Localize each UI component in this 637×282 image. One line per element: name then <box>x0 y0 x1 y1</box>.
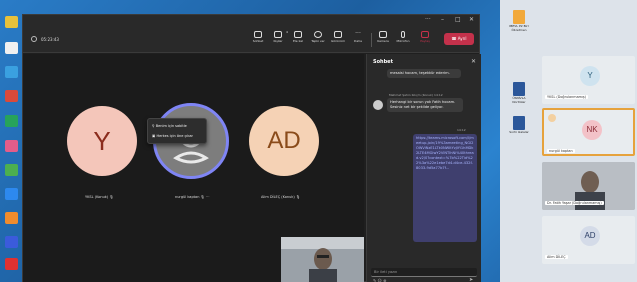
hand-icon <box>294 31 302 38</box>
smiley-icon <box>314 31 322 38</box>
mic-muted-icon: 🎙 <box>295 195 301 199</box>
camera-button[interactable]: Kamera <box>373 31 393 43</box>
view-button[interactable]: Görünüm <box>328 31 348 43</box>
leave-button[interactable]: ☎ Ayrıl <box>444 33 474 45</box>
send-icon[interactable]: ➤ <box>469 277 473 282</box>
desktop-icon[interactable] <box>3 66 19 78</box>
avatar: Y <box>580 66 600 86</box>
message-meta: Mehmet Şahin Kılıçm (Konuk) 14:12 <box>389 93 443 97</box>
microphone-icon <box>401 31 405 38</box>
minimize-button[interactable]: – <box>441 16 444 24</box>
shield-icon <box>31 36 37 42</box>
meeting-timer: 05:23:43 <box>41 37 59 42</box>
chat-title: Sohbet <box>373 59 393 65</box>
tile-name: Dr. Fatih Yaşar (Doğrulanmamış) <box>545 201 604 205</box>
close-icon[interactable]: ✕ <box>471 58 476 65</box>
meeting-toolbar: 05:23:43 Sohbet Kişiler 4 Ele kal Tepki … <box>23 25 479 53</box>
video-feed <box>281 237 364 282</box>
toolbar-divider <box>371 33 372 47</box>
grid-icon <box>334 31 342 38</box>
desktop-icon[interactable] <box>3 188 19 200</box>
more-icon: ··· <box>206 195 210 199</box>
desktop-icon[interactable] <box>3 115 19 127</box>
mic-button[interactable]: Mikrofon <box>393 31 413 43</box>
share-button[interactable]: Paylaş <box>415 31 435 43</box>
meeting-stage: Y YKSL (Konuk) 🎙 nurgül kaptan 🎙 ··· AD … <box>23 54 364 282</box>
raise-hand-button[interactable]: Ele kal <box>288 31 308 43</box>
window-titlebar: ··· – □ ✕ <box>23 15 479 25</box>
desktop-icon[interactable] <box>3 42 19 54</box>
side-participant-video[interactable]: Dr. Fatih Yaşar (Doğrulanmamış) <box>542 162 635 210</box>
pin-icon: ⚲ <box>152 124 155 128</box>
tile-name: Alim DİLEÇ <box>545 255 568 259</box>
mic-muted-icon: 🎙 <box>200 195 205 199</box>
compose-toolbar: ✎ ☺ ⊕ <box>373 278 386 282</box>
phone-icon: ☎ <box>451 36 457 41</box>
chat-button[interactable]: Sohbet <box>248 31 268 43</box>
chat-panel: Sohbet ✕ mesaisi hocam, teşekkür ederim.… <box>366 54 481 282</box>
people-icon <box>274 31 282 38</box>
word-document-icon[interactable]: Sorhi ikalalar <box>508 116 530 134</box>
participant-name: Alim DİLEÇ (Konuk) 🎙 <box>261 195 301 199</box>
mic-muted-icon: 🎙 <box>109 195 114 199</box>
avatar <box>373 100 383 110</box>
self-video-preview[interactable] <box>281 237 364 282</box>
participant-name: nurgül kaptan 🎙 ··· <box>175 195 210 199</box>
emoji-icon[interactable]: ☺ <box>378 278 382 282</box>
participant-context-menu: ⚲ Benim için sabitle ▣ Herkes için öne ç… <box>147 118 207 144</box>
chat-message: mesaisi hocam, teşekkür ederim. <box>387 69 461 78</box>
share-screen-icon <box>421 31 429 38</box>
desktop-icon[interactable] <box>3 212 19 224</box>
menu-item-spotlight[interactable]: ▣ Herkes için öne çıkar <box>152 134 193 138</box>
react-button[interactable]: Tepki ver <box>308 31 328 43</box>
participant-avatar[interactable]: AD <box>249 106 319 176</box>
participant-name: YKSL (Konuk) 🎙 <box>85 195 114 199</box>
avatar <box>548 114 556 122</box>
spotlight-icon: ▣ <box>152 134 156 138</box>
desktop-icon[interactable] <box>3 90 19 102</box>
menu-item-pin[interactable]: ⚲ Benim için sabitle <box>152 124 187 128</box>
teams-meeting-window: ··· – □ ✕ 05:23:43 Sohbet Kişiler 4 Ele … <box>22 14 481 282</box>
chat-icon <box>254 31 262 38</box>
tile-name: YKSL (Doğrulanmamış) <box>545 95 589 99</box>
word-document-icon[interactable]: ÜSNİVLA Nortlüler <box>508 82 530 104</box>
avatar: NK <box>582 120 602 140</box>
avatar: AD <box>580 226 600 246</box>
chat-message: Herhangi bir sorun yok Fatih hocam. Sesi… <box>387 98 463 112</box>
tile-name: nurgül kaptan <box>547 149 575 153</box>
side-participant-tile-active[interactable]: NK nurgül kaptan <box>542 108 635 156</box>
close-window-button[interactable]: ✕ <box>469 16 474 24</box>
maximize-button[interactable]: □ <box>455 16 461 24</box>
people-button[interactable]: Kişiler <box>268 31 288 43</box>
desktop-icon[interactable] <box>3 16 19 28</box>
camera-icon <box>379 31 387 38</box>
ellipsis-icon: ··· <box>355 30 361 37</box>
participant-avatar[interactable]: Y <box>67 106 137 176</box>
desktop-file-icon[interactable]: IBEVL P2 Birl Öbretmen <box>508 10 530 32</box>
desktop-icon[interactable] <box>3 258 19 270</box>
message-input[interactable]: Bir ileti yazın <box>371 268 477 277</box>
desktop-icon[interactable] <box>3 164 19 176</box>
desktop-icon[interactable] <box>3 236 19 248</box>
side-participant-tile[interactable]: AD Alim DİLEÇ <box>542 216 635 264</box>
chat-link-message[interactable]: https://teams.microsoft.com/l/meetup-joi… <box>413 134 477 242</box>
more-button[interactable]: ··· Daha <box>348 30 368 44</box>
format-icon[interactable]: ✎ <box>373 278 376 282</box>
more-options-icon[interactable]: ··· <box>425 16 431 24</box>
attach-icon[interactable]: ⊕ <box>383 278 386 282</box>
message-time: 14:12 <box>457 128 466 132</box>
side-participant-tile[interactable]: Y YKSL (Doğrulanmamış) <box>542 56 635 104</box>
desktop-icon[interactable] <box>3 140 19 152</box>
